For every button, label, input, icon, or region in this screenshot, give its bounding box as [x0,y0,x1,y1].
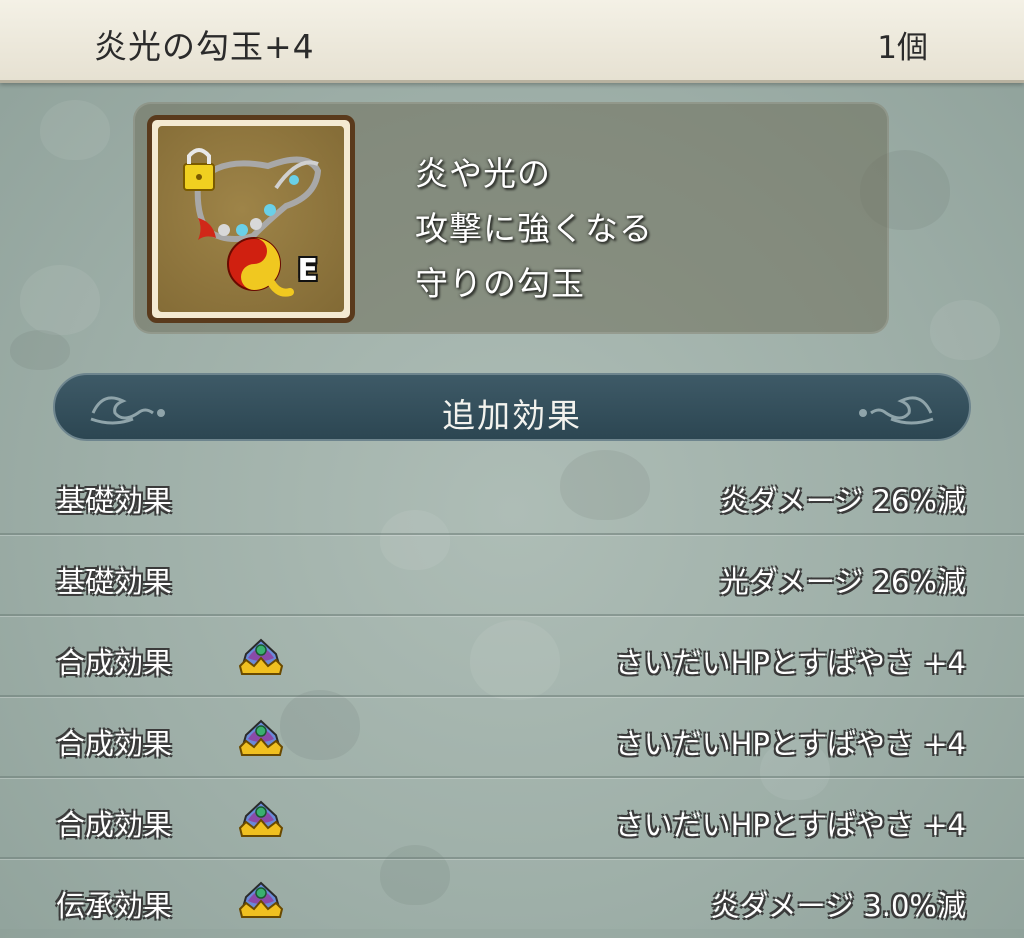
section-title: 追加効果 [442,396,582,435]
equipped-badge: E [297,253,319,288]
item-description: 炎や光の 攻撃に強くなる 守りの勾玉 [415,146,653,311]
effect-value: 炎ダメージ 3.0%減 [710,889,966,923]
effect-value: さいだいHPとすばやさ +4 [614,808,966,842]
effect-row: 合成効果 さいだいHPとすばやさ +4 [0,778,1024,859]
effect-value: さいだいHPとすばやさ +4 [614,646,966,680]
effect-row: 基礎効果 炎ダメージ 26%減 [0,454,1024,535]
item-name: 炎光の勾玉+4 [94,27,315,66]
effect-type-label: 合成効果 [56,727,173,761]
item-count: 1個 [877,30,928,66]
crown-icon [238,881,284,918]
section-header: 追加効果 [53,373,971,441]
crown-icon [238,719,284,756]
effect-type-label: 伝承効果 [56,889,173,923]
crown-icon [238,800,284,837]
effect-type-label: 合成効果 [56,808,173,842]
effect-type-label: 基礎効果 [56,484,173,518]
description-line: 攻撃に強くなる [415,209,653,248]
effect-value: さいだいHPとすばやさ +4 [614,727,966,761]
effect-value: 光ダメージ 26%減 [719,565,966,599]
effect-row: 伝承効果 炎ダメージ 3.0%減 [0,859,1024,938]
item-icon-frame[interactable]: E [147,115,355,323]
effect-type-label: 基礎効果 [56,565,173,599]
title-bar: 炎光の勾玉+4 1個 [0,0,1024,83]
effect-type-label: 合成効果 [56,646,173,680]
effect-row: 基礎効果 光ダメージ 26%減 [0,535,1024,616]
item-info-panel: E 炎や光の 攻撃に強くなる 守りの勾玉 [133,102,889,334]
effects-list: 基礎効果 炎ダメージ 26%減 基礎効果 光ダメージ 26%減 合成効果 さいだ… [0,454,1024,938]
flourish-right-icon [859,396,934,425]
effect-row: 合成効果 さいだいHPとすばやさ +4 [0,616,1024,697]
crown-icon [238,638,284,675]
effect-row: 合成効果 さいだいHPとすばやさ +4 [0,697,1024,778]
description-line: 守りの勾玉 [415,264,585,303]
description-line: 炎や光の [415,154,551,193]
effect-value: 炎ダメージ 26%減 [719,484,966,518]
